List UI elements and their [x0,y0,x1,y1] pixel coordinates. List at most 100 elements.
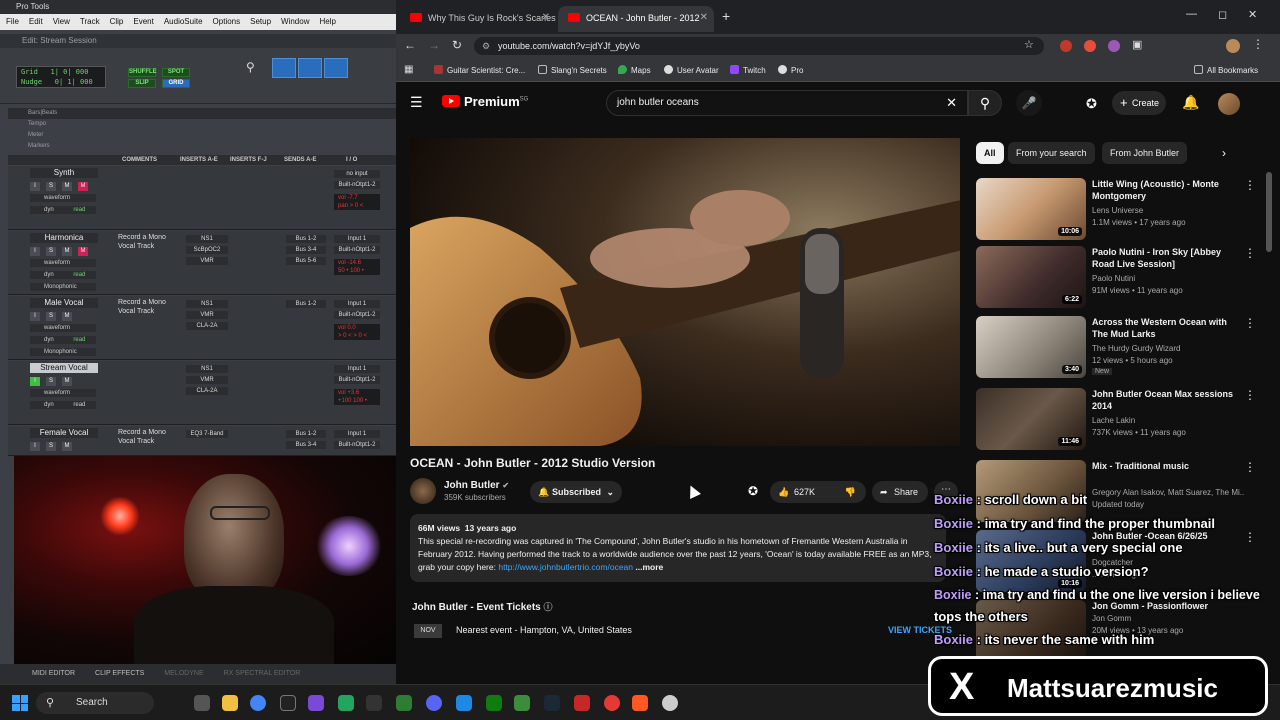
menu-setup[interactable]: Setup [250,14,271,30]
input-monitor-button[interactable]: I [30,377,40,386]
volume-pan-display[interactable]: vol -14.6 50 • 100 • [334,259,380,275]
menu-file[interactable]: File [6,14,19,30]
more-vertical-icon[interactable]: ⋮ [1244,460,1256,474]
insert-b[interactable]: VMR [186,311,228,319]
track-name[interactable]: Male Vocal [30,298,98,308]
profile-avatar[interactable] [1226,39,1240,53]
create-button[interactable]: + Create [1112,91,1166,115]
solo-button[interactable]: S [46,182,56,191]
insert-a[interactable]: EQ3 7-Band [186,430,228,438]
volume-pan-display[interactable]: vol -7.7 pan > 0 < [334,194,380,210]
bookmark-user-avatar[interactable]: User Avatar [664,65,719,75]
video-thumbnail[interactable]: 10:06 [976,178,1086,240]
output-selector[interactable]: Built-nOtpt1-2 [334,246,380,254]
rec-title[interactable]: Paolo Nutini - Iron Sky [Abbey Road Live… [1092,246,1242,270]
send-c[interactable]: Bus 5-6 [286,257,326,265]
description-box[interactable]: 66M views 13 years ago This special re-r… [410,514,946,582]
track-male-vocal[interactable]: Male Vocal I S M waveform dyn read Monop… [8,296,396,360]
task-view-icon[interactable] [194,695,210,711]
notifications-bell-icon[interactable]: 🔔 [1182,94,1199,111]
share-button[interactable]: ➦ Share [872,481,928,503]
app-icon[interactable] [662,695,678,711]
new-tab-icon[interactable]: + [722,8,730,24]
bookmark-slang-secrets[interactable]: Slang'n Secrets [538,65,607,75]
track-female-vocal[interactable]: Female Vocal I S M Record a Mono Vocal T… [8,426,396,456]
all-bookmarks[interactable]: All Bookmarks [1194,65,1258,75]
insert-a[interactable]: NS1 [186,235,228,243]
input-monitor-button[interactable]: I [30,312,40,321]
recommendation-2[interactable]: 6:22 Paolo Nutini - Iron Sky [Abbey Road… [976,246,1266,312]
extension-icon[interactable] [1108,40,1120,52]
menu-options[interactable]: Options [213,14,241,30]
subscribed-button[interactable]: 🔔 Subscribed ⌄ [530,481,622,503]
bookmark-star-icon[interactable]: ☆ [1024,38,1034,51]
taskbar-search[interactable]: ⚲ Search [36,692,154,714]
minecraft-icon[interactable] [514,695,530,711]
volume-pan-display[interactable]: vol 0.0 > 0 < > 0 < [334,324,380,340]
send-b[interactable]: Bus 3-4 [286,441,326,449]
solo-button[interactable]: S [46,442,56,451]
video-thumbnail[interactable]: 3:40 [976,316,1086,378]
extension-icon[interactable] [1060,40,1072,52]
menu-track[interactable]: Track [80,14,100,30]
video-thumbnail[interactable]: 6:22 [976,246,1086,308]
insert-a[interactable]: NS1 [186,300,228,308]
video-player[interactable] [410,138,960,446]
browser-menu-icon[interactable]: ⋮ [1252,37,1264,51]
menu-audiosuite[interactable]: AudioSuite [164,14,203,30]
rec-channel[interactable]: The Hurdy Gurdy Wizard [1092,344,1180,353]
output-selector[interactable]: Built-nOtpt1-2 [334,181,380,189]
search-input[interactable]: john butler oceans ✕ [606,90,968,116]
voice-search-button[interactable]: 🎤 [1016,90,1042,116]
trim-tool-button[interactable] [298,58,322,78]
mute-button[interactable]: M [62,182,72,191]
track-stream-vocal[interactable]: Stream Vocal I S M waveform dyn read NS1… [8,361,396,425]
site-info-icon[interactable]: ⚙ [482,37,490,55]
send-a[interactable]: Bus 1-2 [286,235,326,243]
track-synth[interactable]: Synth I S M M waveform dyn read no input… [8,166,396,230]
mute-button[interactable]: M [62,442,72,451]
solo-button[interactable]: S [46,377,56,386]
input-selector[interactable]: Input 1 [334,430,380,438]
minimize-icon[interactable]: — [1186,8,1197,20]
mute-button[interactable]: M [62,377,72,386]
video-thumbnail[interactable]: 11:46 [976,388,1086,450]
mute-button[interactable]: M [62,247,72,256]
close-tab-icon[interactable]: ✕ [700,6,708,30]
ilok-icon[interactable] [280,695,296,711]
track-name[interactable]: Female Vocal [30,428,98,438]
xbox-icon[interactable] [486,695,502,711]
tab-melodyne[interactable]: MELODYNE [164,664,203,684]
page-scrollbar[interactable] [1266,172,1272,252]
account-avatar[interactable] [1218,93,1240,115]
spot-mode-button[interactable]: SPOT [162,68,190,77]
track-comment[interactable]: Record a Mono Vocal Track [118,428,180,446]
recommendation-1[interactable]: 10:06 Little Wing (Acoustic) - Monte Mon… [976,178,1266,244]
description-link[interactable]: http://www.johnbutlertrio.com/ocean [498,562,633,572]
app-icon[interactable] [396,695,412,711]
steam-icon[interactable] [544,695,560,711]
menu-event[interactable]: Event [133,14,153,30]
track-comment[interactable]: Record a Mono Vocal Track [118,298,180,316]
solo-button[interactable]: S [46,312,56,321]
bookmark-pro[interactable]: Pro [778,65,803,75]
slip-mode-button[interactable]: SLIP [128,79,156,88]
maximize-icon[interactable]: ◻ [1218,8,1227,21]
tab-rx-spectral-editor[interactable]: RX SPECTRAL EDITOR [224,664,301,684]
youtube-logo[interactable]: PremiumSG [442,94,528,109]
automation-selector[interactable]: dyn read [30,206,96,214]
chrome-icon[interactable] [250,695,266,711]
input-selector[interactable]: Input 1 [334,300,380,308]
output-selector[interactable]: Built-nOtpt1-2 [334,311,380,319]
grid-mode-button[interactable]: GRID [162,79,190,88]
record-arm-button[interactable]: M [78,247,88,256]
output-selector[interactable]: Built-nOtpt1-2 [334,441,380,449]
recommendation-4[interactable]: 11:46 John Butler Ocean Max sessions 201… [976,388,1266,454]
magnify-icon[interactable]: ⚲ [246,60,262,76]
channel-avatar[interactable] [410,478,436,504]
apps-grid-icon[interactable]: ▦ [404,64,413,75]
more-vertical-icon[interactable]: ⋮ [1244,246,1256,260]
insert-b[interactable]: VMR [186,376,228,384]
menu-view[interactable]: View [53,14,70,30]
extension-icon[interactable] [1084,40,1096,52]
